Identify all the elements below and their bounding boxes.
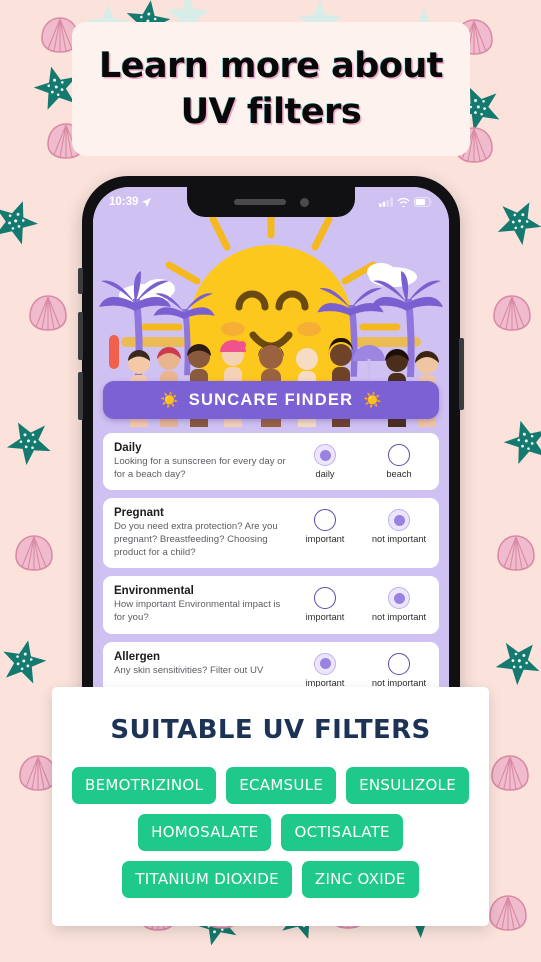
status-bar-time: 10:39 — [109, 196, 139, 208]
radio-option[interactable]: important — [296, 587, 354, 622]
radio-option[interactable]: important — [296, 652, 354, 688]
radio-option[interactable]: beach — [370, 444, 428, 479]
sun-icon-left: ☀️ — [160, 391, 179, 409]
question-options: important not important — [296, 651, 428, 688]
question-text-block: Environmental How important Environmental… — [114, 585, 286, 624]
question-list[interactable]: Daily Looking for a sunscreen for every d… — [93, 427, 449, 706]
radio-option[interactable]: not important — [370, 587, 428, 622]
question-description: Any skin sensitivities? Filter out UV — [114, 664, 264, 676]
question-description: How important Environmental impact is fo… — [114, 599, 281, 623]
pill-row: TITANIUM DIOXIDE ZINC OXIDE — [72, 861, 469, 898]
pill-row: HOMOSALATE OCTISALATE — [72, 814, 469, 851]
radio-option[interactable]: important — [296, 509, 354, 544]
suncare-finder-banner: ☀️ SUNCARE FINDER ☀️ — [103, 381, 439, 419]
question-card-environmental: Environmental How important Environmental… — [103, 576, 439, 634]
radio-option-label: daily — [315, 469, 335, 479]
radio-button[interactable] — [314, 587, 336, 610]
radio-button-selected[interactable] — [314, 444, 336, 466]
question-text-block: Allergen Any skin sensitivities? Filter o… — [114, 651, 286, 678]
uv-filter-pill[interactable]: TITANIUM DIOXIDE — [122, 861, 292, 898]
phone-power-button[interactable] — [459, 338, 464, 410]
suncare-finder-title: SUNCARE FINDER — [188, 390, 354, 409]
radio-option-label: important — [305, 534, 345, 545]
question-title: Daily — [114, 442, 142, 454]
battery-icon — [414, 197, 432, 207]
uv-filter-pill[interactable]: ZINC OXIDE — [301, 861, 419, 898]
question-options: important not important — [296, 585, 428, 622]
radio-option[interactable]: not important — [370, 509, 428, 544]
question-title: Pregnant — [114, 507, 164, 520]
phone-volume-down-button[interactable] — [78, 372, 83, 420]
radio-button-selected[interactable] — [388, 587, 410, 610]
phone-screen: 10:39 ☀️ SUNCARE FINDER ☀️ Daily Looking… — [93, 187, 449, 706]
question-card-daily: Daily Looking for a sunscreen for every d… — [103, 433, 439, 491]
question-text-block: Daily Looking for a sunscreen for every d… — [114, 442, 286, 481]
radio-option[interactable]: not important — [370, 652, 428, 688]
cellular-bars-icon — [379, 197, 393, 207]
radio-option-label: not important — [371, 612, 427, 623]
location-arrow-icon — [142, 197, 152, 207]
radio-button[interactable] — [314, 509, 336, 532]
radio-option-label: not important — [371, 534, 427, 545]
poster-canvas: Learn more about UV filters 10:39 ☀️ SUN… — [0, 0, 541, 962]
uv-filter-pill[interactable]: ECAMSULE — [226, 767, 337, 804]
uv-filter-pill[interactable]: ENSULIZOLE — [346, 767, 469, 804]
uv-filter-pill[interactable]: BEMOTRIZINOL — [71, 767, 217, 804]
question-text-block: Pregnant Do you need extra protection? Ar… — [114, 507, 286, 559]
radio-button[interactable] — [388, 652, 410, 675]
question-description: Looking for a sunscreen for every day or… — [114, 456, 286, 480]
uv-filter-pill[interactable]: OCTISALATE — [281, 814, 403, 851]
sun-icon-right: ☀️ — [363, 391, 382, 409]
pill-row: BEMOTRIZINOL ECAMSULE ENSULIZOLE — [71, 767, 469, 804]
status-bar: 10:39 — [93, 187, 449, 217]
uv-filter-pill[interactable]: HOMOSALATE — [138, 814, 272, 851]
phone-mockup: 10:39 ☀️ SUNCARE FINDER ☀️ Daily Looking… — [82, 176, 460, 706]
radio-option-label: beach — [386, 469, 412, 479]
radio-button[interactable] — [388, 444, 410, 466]
promo-banner: Learn more about UV filters — [72, 22, 470, 156]
promo-line-2: UV filters — [180, 92, 362, 132]
radio-button-selected[interactable] — [314, 652, 336, 675]
uv-filter-pill-list: BEMOTRIZINOL ECAMSULE ENSULIZOLE HOMOSALATE… — [71, 767, 469, 908]
question-description: Do you need extra protection? Are you pr… — [114, 521, 278, 558]
question-options: important not important — [296, 507, 428, 544]
results-card: SUITABLE UV FILTERS BEMOTRIZINOL ECAMSULE… — [52, 687, 489, 926]
radio-button-selected[interactable] — [388, 509, 410, 532]
promo-line-1: Learn more about — [98, 46, 444, 86]
wifi-icon — [397, 197, 410, 207]
radio-option[interactable]: daily — [296, 444, 354, 479]
phone-mute-switch[interactable] — [78, 268, 83, 294]
question-card-pregnant: Pregnant Do you need extra protection? Ar… — [103, 498, 439, 569]
question-options: daily beach — [296, 442, 428, 479]
radio-option-label: important — [305, 612, 345, 623]
phone-volume-up-button[interactable] — [78, 312, 83, 360]
results-title: SUITABLE UV FILTERS — [110, 715, 431, 745]
question-title: Allergen — [114, 650, 161, 663]
question-title: Environmental — [114, 585, 194, 598]
